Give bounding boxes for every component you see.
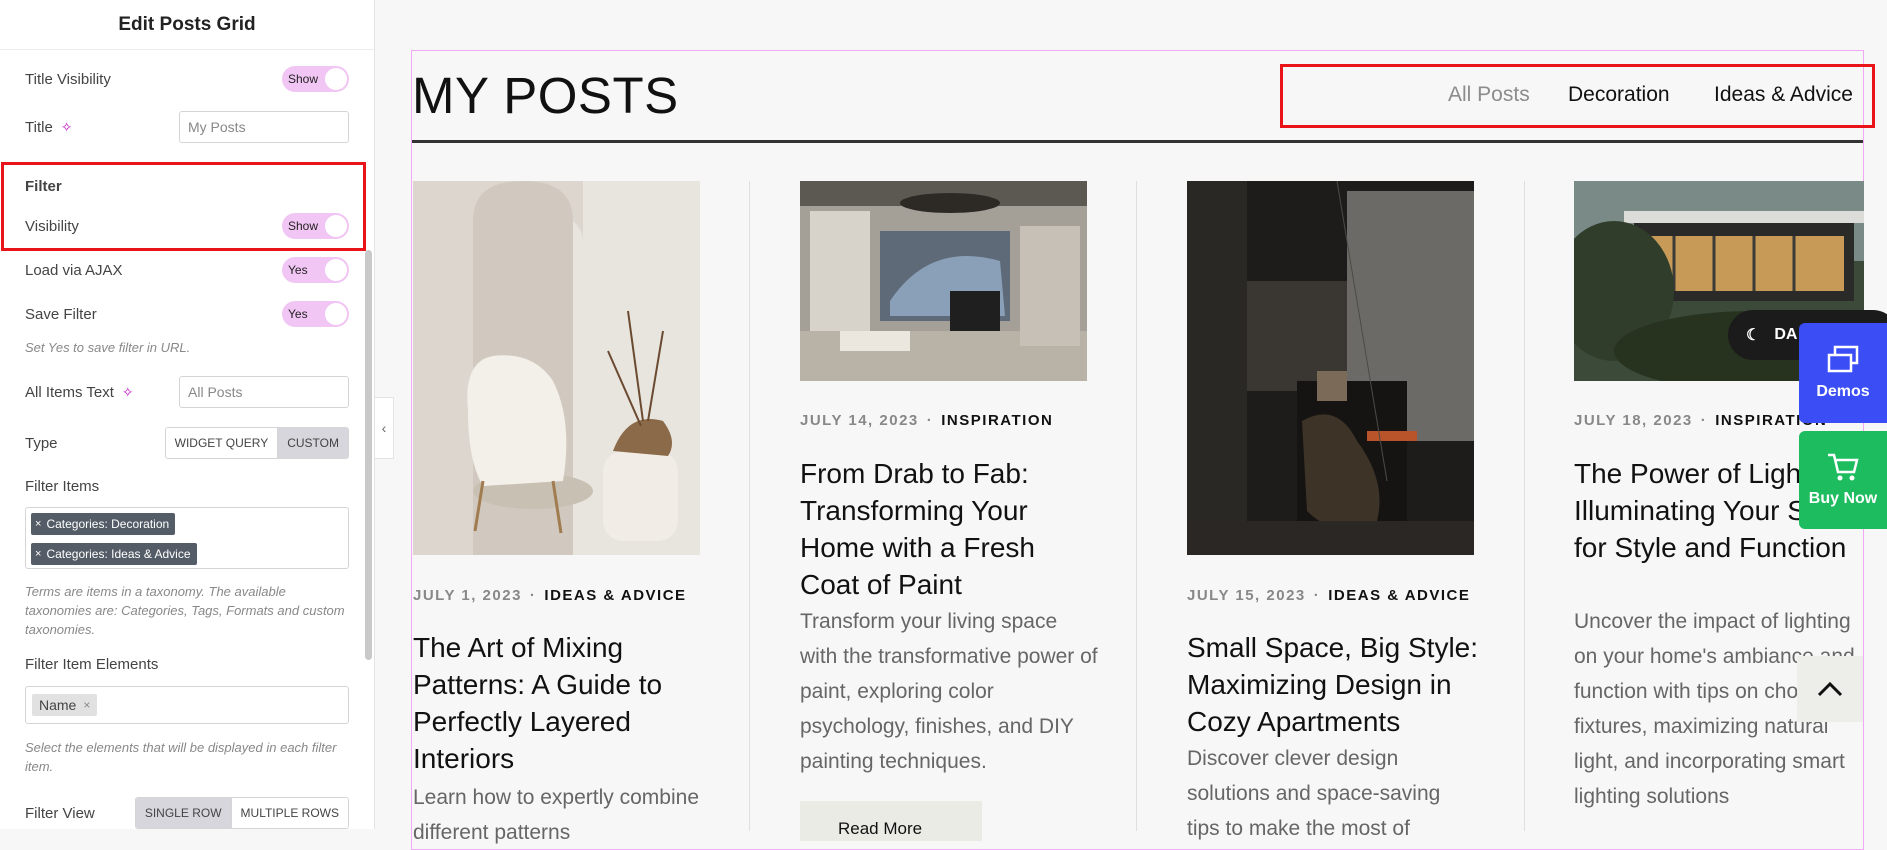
element-chip[interactable]: Name × — [32, 694, 98, 716]
moon-icon: ☾ — [1746, 327, 1761, 344]
post-excerpt: Transform your living space with the tra… — [800, 610, 1098, 773]
post-meta: JULY 1, 2023 · IDEAS & ADVICE — [413, 587, 687, 604]
post-excerpt: Learn how to expertly combine different … — [413, 786, 699, 844]
post-category[interactable]: INSPIRATION — [941, 412, 1053, 429]
all-items-text-input[interactable]: All Posts — [179, 376, 349, 408]
toggle-knob — [325, 68, 347, 90]
panel-title: Edit Posts Grid — [0, 0, 374, 50]
chevron-left-icon: ‹ — [381, 420, 387, 436]
type-segmented-control: WIDGET QUERY CUSTOM — [164, 427, 349, 459]
filter-view-multiple-rows[interactable]: MULTIPLE ROWS — [230, 798, 348, 828]
post-category[interactable]: IDEAS & ADVICE — [544, 587, 686, 604]
load-ajax-label: Load via AJAX — [25, 261, 123, 279]
post-meta: JULY 15, 2023 · IDEAS & ADVICE — [1187, 587, 1470, 604]
meta-separator: · — [529, 587, 537, 604]
title-visibility-label: Title Visibility — [25, 70, 111, 88]
chip-label: Name — [39, 697, 77, 713]
toggle-text: Yes — [288, 307, 308, 321]
post-image[interactable] — [1187, 181, 1474, 555]
buy-now-label: Buy Now — [1808, 490, 1878, 507]
meta-separator: · — [1313, 587, 1321, 604]
panel-scrollbar[interactable] — [365, 250, 372, 660]
load-ajax-toggle[interactable]: Yes — [282, 257, 349, 283]
type-label: Type — [25, 434, 58, 452]
post-meta: JULY 14, 2023 · INSPIRATION — [800, 412, 1053, 429]
title-row: Title ✧ My Posts — [25, 111, 349, 143]
read-more-button[interactable]: Read More — [800, 801, 982, 841]
cart-icon — [1828, 453, 1859, 481]
ai-sparkle-icon[interactable]: ✧ — [122, 384, 134, 401]
chip-label: Categories: Decoration — [46, 517, 170, 531]
post-date: JULY 18, 2023 — [1574, 412, 1693, 429]
all-items-text-row: All Items Text ✧ All Posts — [25, 376, 349, 408]
filter-item-chip[interactable]: × Categories: Ideas & Advice — [31, 543, 197, 565]
save-filter-hint: Set Yes to save filter in URL. — [25, 340, 191, 355]
post-meta: JULY 18, 2023 · INSPIRATION — [1574, 412, 1827, 429]
save-filter-label: Save Filter — [25, 305, 97, 323]
post-title[interactable]: From Drab to Fab: Transforming Your Home… — [800, 455, 1090, 603]
type-option-widget-query[interactable]: WIDGET QUERY — [165, 428, 278, 458]
chevron-up-icon — [1817, 681, 1843, 697]
toggle-knob — [325, 259, 347, 281]
title-visibility-toggle[interactable]: Show — [282, 66, 349, 92]
post-date: JULY 15, 2023 — [1187, 587, 1306, 604]
post-date: JULY 14, 2023 — [800, 412, 919, 429]
chip-label: Categories: Ideas & Advice — [46, 547, 191, 561]
filter-items-label: Filter Items — [25, 478, 100, 495]
post-category[interactable]: IDEAS & ADVICE — [1328, 587, 1470, 604]
filter-highlight-box — [1, 162, 366, 251]
filter-view-label: Filter View — [25, 804, 95, 822]
filter-item-elements-label: Filter Item Elements — [25, 656, 159, 673]
toggle-text: Yes — [288, 263, 308, 277]
filter-view-segmented-control: SINGLE ROW MULTIPLE ROWS — [134, 797, 349, 829]
type-row: Type WIDGET QUERY CUSTOM — [25, 427, 349, 459]
post-image[interactable] — [800, 181, 1087, 381]
remove-icon[interactable]: × — [35, 518, 41, 530]
load-ajax-row: Load via AJAX Yes — [25, 257, 349, 283]
title-divider — [412, 140, 1863, 143]
title-visibility-row: Title Visibility Show — [25, 66, 349, 92]
buy-now-button[interactable]: Buy Now — [1799, 431, 1887, 529]
demos-label: Demos — [1816, 383, 1870, 400]
grid-title: MY POSTS — [412, 67, 679, 124]
editor-panel: Edit Posts Grid Title Visibility Show Ti… — [0, 0, 375, 829]
all-items-text-label: All Items Text — [25, 383, 114, 401]
ai-sparkle-icon[interactable]: ✧ — [61, 119, 73, 136]
scroll-to-top-button[interactable] — [1797, 656, 1863, 722]
filter-item-chip[interactable]: × Categories: Decoration — [31, 513, 176, 535]
filter-items-hint: Terms are items in a taxonomy. The avail… — [25, 584, 345, 637]
title-input[interactable]: My Posts — [179, 111, 349, 143]
toggle-text: Show — [288, 72, 319, 86]
post-excerpt: Discover clever design solutions and spa… — [1187, 747, 1441, 840]
title-label: Title — [25, 118, 53, 136]
filter-view-single-row[interactable]: SINGLE ROW — [135, 798, 231, 828]
column-divider — [1524, 181, 1525, 831]
save-filter-toggle[interactable]: Yes — [282, 301, 349, 327]
demos-button[interactable]: Demos — [1799, 323, 1887, 423]
collapse-panel-button[interactable]: ‹ — [375, 397, 394, 459]
filter-item-elements-select[interactable]: Name × — [25, 686, 349, 724]
layers-icon — [1827, 345, 1859, 373]
meta-separator: · — [1700, 412, 1708, 429]
remove-icon[interactable]: × — [83, 698, 90, 712]
save-filter-row: Save Filter Yes — [25, 301, 349, 327]
dark-mode-label: DA — [1774, 326, 1798, 343]
column-divider — [749, 181, 750, 831]
filter-item-elements-hint: Select the elements that will be display… — [25, 740, 337, 774]
meta-separator: · — [926, 412, 934, 429]
column-divider — [1136, 181, 1137, 831]
post-date: JULY 1, 2023 — [413, 587, 522, 604]
remove-icon[interactable]: × — [35, 548, 41, 560]
type-option-custom[interactable]: CUSTOM — [277, 428, 348, 458]
toggle-knob — [325, 303, 347, 325]
filters-highlight-box — [1280, 64, 1875, 128]
post-image[interactable] — [413, 181, 700, 555]
filter-view-row: Filter View SINGLE ROW MULTIPLE ROWS — [25, 797, 349, 829]
post-title[interactable]: The Art of Mixing Patterns: A Guide to P… — [413, 629, 713, 777]
post-title[interactable]: Small Space, Big Style: Maximizing Desig… — [1187, 629, 1487, 740]
filter-items-select[interactable]: × Categories: Decoration × Categories: Ide… — [25, 507, 349, 569]
